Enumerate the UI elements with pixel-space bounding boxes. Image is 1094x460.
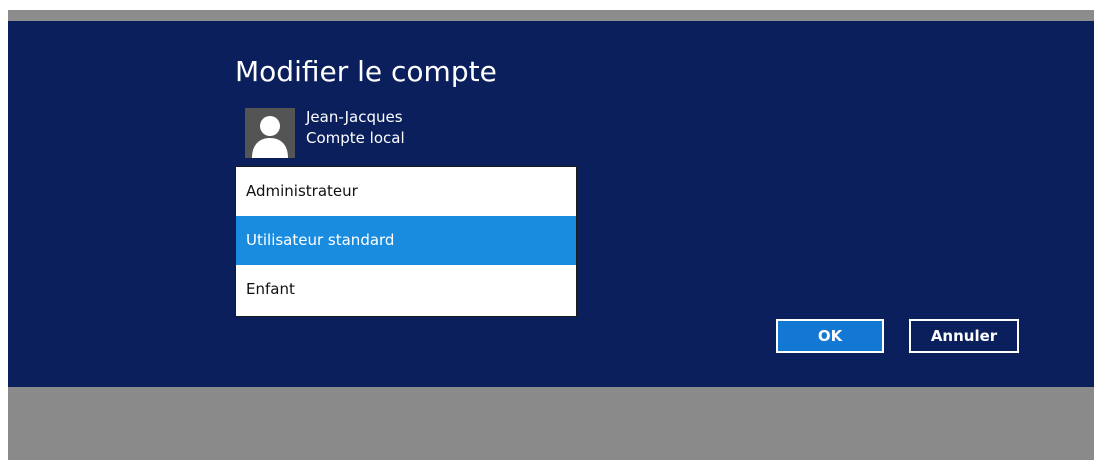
ok-button[interactable]: OK — [776, 319, 884, 353]
user-avatar-icon — [245, 108, 295, 158]
cancel-button[interactable]: Annuler — [909, 319, 1019, 353]
dialog-title: Modifier le compte — [235, 55, 497, 88]
dropdown-option-enfant[interactable]: Enfant — [236, 265, 576, 314]
dim-overlay: Modifier le compte Jean-Jacques Compte l… — [8, 10, 1094, 460]
account-type-dropdown[interactable]: Administrateur Utilisateur standard Enfa… — [235, 166, 577, 317]
dropdown-option-utilisateur-standard[interactable]: Utilisateur standard — [236, 216, 576, 265]
user-account-type: Compte local — [306, 129, 405, 147]
user-name: Jean-Jacques — [306, 108, 403, 126]
dropdown-option-administrateur[interactable]: Administrateur — [236, 167, 576, 216]
top-overlay-strip — [8, 10, 1094, 21]
edit-account-dialog: Modifier le compte Jean-Jacques Compte l… — [8, 21, 1094, 387]
